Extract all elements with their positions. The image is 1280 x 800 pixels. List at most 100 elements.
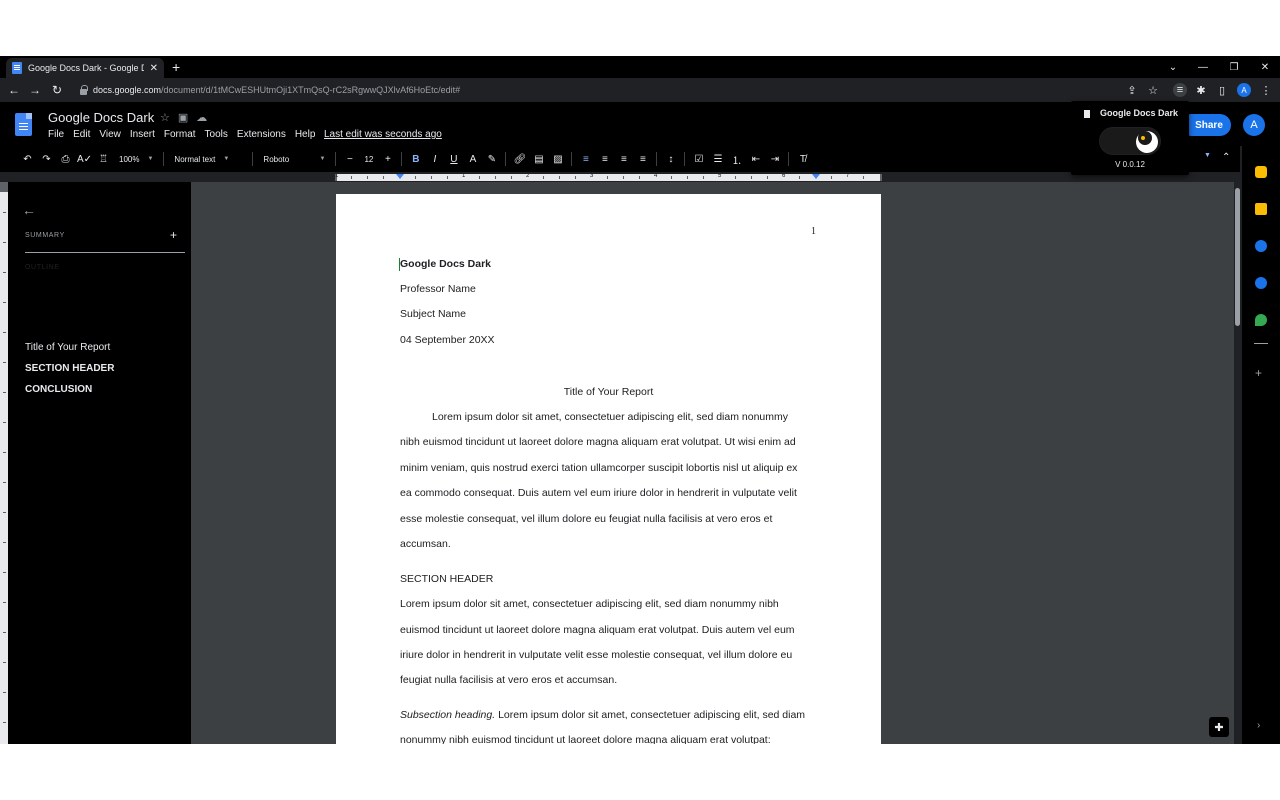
show-side-panel-chevron-icon[interactable]: ›	[1257, 720, 1260, 731]
ruler-tick	[751, 176, 752, 179]
menu-view[interactable]: View	[99, 129, 121, 140]
right-indent-marker[interactable]	[812, 174, 820, 179]
numbered-list-icon[interactable]: ⒈	[727, 152, 746, 167]
scrollbar-thumb[interactable]	[1235, 188, 1240, 326]
omnibox[interactable]: docs.google.com/document/d/1tMCwESHUtmOj…	[72, 81, 1166, 99]
menu-help[interactable]: Help	[295, 129, 316, 140]
ruler-tick	[3, 392, 6, 393]
docs-dark-extension-icon[interactable]: ≡	[1173, 83, 1187, 97]
decrease-font-size-icon[interactable]: −	[340, 154, 359, 165]
align-justify-icon[interactable]: ≡	[633, 154, 652, 165]
align-right-icon[interactable]: ≡	[614, 154, 633, 165]
bold-icon[interactable]: B	[406, 154, 425, 165]
ruler-tick	[3, 572, 6, 573]
font-select[interactable]: Roboto ▼	[257, 155, 331, 164]
calendar-icon[interactable]	[1255, 166, 1267, 178]
underline-icon[interactable]: U	[444, 154, 463, 165]
document-title[interactable]: Google Docs Dark	[48, 110, 154, 125]
checklist-icon[interactable]: ☑	[689, 154, 708, 165]
ruler-tick	[3, 302, 6, 303]
menu-format[interactable]: Format	[164, 129, 196, 140]
increase-indent-icon[interactable]: ⇥	[765, 154, 784, 165]
forward-icon[interactable]: →	[27, 82, 43, 98]
italic-icon[interactable]: I	[425, 154, 444, 165]
reload-icon[interactable]: ↻	[49, 82, 65, 98]
outline-item-section-header[interactable]: SECTION HEADER	[25, 363, 114, 374]
align-left-icon[interactable]: ≡	[576, 154, 595, 165]
bulleted-list-icon[interactable]: ☰	[708, 154, 727, 165]
spellcheck-icon[interactable]: A✓	[75, 154, 94, 165]
menu-edit[interactable]: Edit	[73, 129, 90, 140]
document-page[interactable]: 1 Google Docs Dark Professor Name Subjec…	[336, 194, 881, 744]
star-icon[interactable]: ☆	[160, 111, 170, 124]
font-size-input[interactable]: 12	[359, 155, 378, 164]
close-outline-arrow-icon[interactable]: ←	[22, 202, 36, 218]
zoom-select[interactable]: 100% ▼	[113, 155, 159, 164]
menu-tools[interactable]: Tools	[205, 129, 228, 140]
tab-search-icon[interactable]: ⌄	[1158, 56, 1188, 78]
profile-avatar[interactable]: A	[1237, 83, 1251, 97]
insert-image-icon[interactable]: ▨	[548, 154, 567, 165]
left-indent-marker[interactable]	[396, 174, 404, 179]
ruler-tick	[383, 176, 384, 179]
menu-insert[interactable]: Insert	[130, 129, 155, 140]
ruler-number: 3	[590, 173, 594, 179]
outline-item-title[interactable]: Title of Your Report	[25, 342, 110, 353]
tasks-icon[interactable]	[1255, 240, 1267, 252]
url-text: docs.google.com/document/d/1tMCwESHUtmOj…	[93, 85, 461, 95]
menu-file[interactable]: File	[48, 129, 64, 140]
cloud-saved-icon[interactable]: ☁	[196, 111, 207, 124]
clear-formatting-icon[interactable]: T̸	[793, 154, 812, 165]
add-summary-icon[interactable]: +	[170, 228, 177, 242]
maps-icon[interactable]	[1255, 314, 1267, 326]
account-avatar[interactable]: A	[1243, 114, 1265, 136]
share-button[interactable]: Share	[1187, 114, 1231, 136]
print-icon[interactable]: ⎙	[56, 154, 75, 165]
get-addons-icon[interactable]: +	[1255, 366, 1262, 380]
tab-title: Google Docs Dark - Google Docs	[28, 63, 144, 73]
side-panel-icon[interactable]: ▯	[1215, 83, 1229, 97]
outline-item-conclusion[interactable]: CONCLUSION	[25, 384, 92, 395]
align-center-icon[interactable]: ≡	[595, 154, 614, 165]
browser-tab[interactable]: Google Docs Dark - Google Docs ✕	[6, 58, 164, 78]
ruler-tick	[671, 176, 672, 179]
horizontal-ruler[interactable]: 1 1 2 3 4 5 6 7	[335, 173, 882, 181]
contacts-icon[interactable]	[1255, 277, 1267, 289]
share-page-icon[interactable]: ⇪	[1125, 83, 1139, 97]
editing-mode-chevron-icon[interactable]: ▼	[1204, 152, 1211, 159]
last-edit-link[interactable]: Last edit was seconds ago	[324, 129, 442, 140]
style-select[interactable]: Normal text ▼	[168, 155, 248, 164]
bookmark-star-icon[interactable]: ☆	[1146, 83, 1160, 97]
ruler-tick	[623, 176, 624, 179]
move-folder-icon[interactable]: ▣	[178, 111, 188, 124]
docs-logo-icon[interactable]	[15, 113, 32, 136]
vertical-ruler[interactable]	[0, 182, 8, 744]
dark-mode-toggle[interactable]	[1099, 127, 1161, 155]
toolbar-divider	[163, 152, 165, 166]
redo-icon[interactable]: ↷	[37, 154, 56, 165]
back-icon[interactable]: ←	[6, 82, 22, 98]
minimize-icon[interactable]: —	[1188, 56, 1218, 78]
browser-menu-icon[interactable]: ⋮	[1259, 83, 1273, 97]
paint-format-icon[interactable]: ♖	[94, 154, 113, 165]
insert-link-icon[interactable]: 🔗︎	[510, 154, 529, 165]
extension-title: Google Docs Dark	[1100, 108, 1179, 118]
close-window-icon[interactable]: ✕	[1250, 56, 1280, 78]
paragraph-line: feugiat nulla facilisis at vero eros et …	[400, 674, 618, 686]
highlight-icon[interactable]: ✎	[482, 154, 501, 165]
restore-icon[interactable]: ❐	[1219, 56, 1249, 78]
collapse-menus-icon[interactable]: ⌃	[1222, 152, 1230, 163]
line-spacing-icon[interactable]: ↕	[661, 154, 680, 165]
undo-icon[interactable]: ↶	[18, 154, 37, 165]
add-comment-icon[interactable]: ▤	[529, 154, 548, 165]
new-tab-button[interactable]: +	[172, 58, 180, 76]
keep-icon[interactable]	[1255, 203, 1267, 215]
explore-icon[interactable]: ✚	[1209, 717, 1229, 737]
tab-close-icon[interactable]: ✕	[150, 63, 158, 74]
extensions-puzzle-icon[interactable]: ✱	[1194, 83, 1208, 97]
text-color-icon[interactable]: A	[463, 154, 482, 165]
document-scrollbar[interactable]	[1234, 182, 1242, 744]
menu-extensions[interactable]: Extensions	[237, 129, 286, 140]
decrease-indent-icon[interactable]: ⇤	[746, 154, 765, 165]
increase-font-size-icon[interactable]: +	[378, 154, 397, 165]
